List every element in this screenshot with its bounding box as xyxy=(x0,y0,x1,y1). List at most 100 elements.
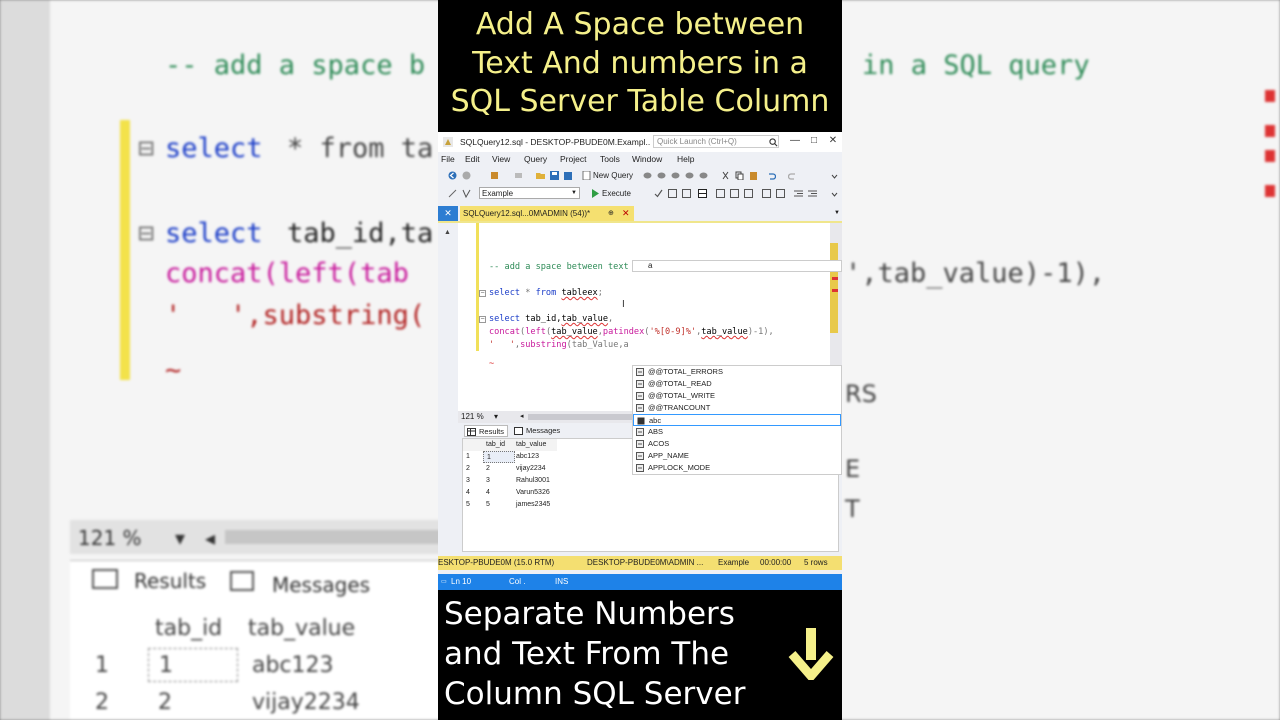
cell-tab-id[interactable]: 3 xyxy=(483,475,513,487)
save-icon[interactable] xyxy=(550,171,559,180)
cut-icon[interactable] xyxy=(721,171,730,180)
quick-launch-input[interactable]: Quick Launch (Ctrl+Q) xyxy=(653,135,779,148)
completion-item[interactable]: @@TRANCOUNT xyxy=(633,402,841,414)
tab-results[interactable]: Results xyxy=(464,425,508,437)
completion-item-selected[interactable]: abc xyxy=(633,414,841,426)
menu-window[interactable]: Window xyxy=(632,154,662,164)
zoom-select[interactable]: 121 % xyxy=(461,412,484,421)
back-icon[interactable] xyxy=(448,171,457,180)
uncomment-icon[interactable] xyxy=(776,189,785,198)
tab-list-chevron-icon[interactable]: ▼ xyxy=(834,210,840,216)
new-query-button[interactable]: New Query xyxy=(593,171,633,180)
menu-project[interactable]: Project xyxy=(560,154,586,164)
tab-messages-label: Messages xyxy=(526,426,561,435)
menu-edit[interactable]: Edit xyxy=(465,154,480,164)
editor-scroll-thumb[interactable] xyxy=(830,243,838,333)
cell-tab-value[interactable]: abc123 xyxy=(513,451,557,463)
new-item-icon[interactable] xyxy=(490,171,499,180)
results-to-grid-icon[interactable] xyxy=(698,189,707,198)
outdent-icon[interactable] xyxy=(794,189,803,198)
include-plan-icon[interactable] xyxy=(716,189,725,198)
tab-messages[interactable]: Messages xyxy=(512,425,572,437)
tab-sqlquery12[interactable]: SQLQuery12.sql...0M\ADMIN (54))* ⊕ ✕ xyxy=(460,206,634,221)
change-connection-icon[interactable] xyxy=(462,189,471,198)
completion-item[interactable]: @@TOTAL_ERRORS xyxy=(633,366,841,378)
arg-tab-value: tab_value xyxy=(551,327,598,337)
completion-item[interactable]: @@TOTAL_READ xyxy=(633,378,841,390)
undo-toolbar-icon[interactable] xyxy=(514,171,523,180)
completion-label: ACOS xyxy=(648,439,670,448)
display-plan-icon[interactable] xyxy=(668,189,677,198)
forward-icon[interactable] xyxy=(462,171,471,180)
xmla-query-icon[interactable] xyxy=(699,171,708,180)
new-query-icon[interactable] xyxy=(582,171,591,180)
cell-tab-value[interactable]: Varun5326 xyxy=(513,487,557,499)
close-side-panel-button[interactable]: ✕ xyxy=(438,206,458,221)
cell-tab-id[interactable]: 1 xyxy=(483,451,515,463)
cell-tab-value[interactable]: Rahul3001 xyxy=(513,475,557,487)
background-right-panel xyxy=(840,0,1280,720)
minimize-button[interactable]: — xyxy=(786,134,804,148)
search-icon[interactable] xyxy=(769,138,778,147)
undo-icon[interactable] xyxy=(767,171,776,180)
fold-toggle-2[interactable]: − xyxy=(479,316,486,323)
paste-icon[interactable] xyxy=(749,171,758,180)
menu-query[interactable]: Query xyxy=(524,154,547,164)
save-all-icon[interactable] xyxy=(563,171,572,180)
indent-icon[interactable] xyxy=(808,189,817,198)
client-stats-icon[interactable] xyxy=(744,189,753,198)
close-tab-icon[interactable]: ✕ xyxy=(622,206,630,221)
top-banner: Add A Space between Text And numbers in … xyxy=(438,0,842,132)
cell-tab-value[interactable]: james2345 xyxy=(513,499,557,511)
parse-icon[interactable] xyxy=(654,189,663,198)
comment-icon[interactable] xyxy=(762,189,771,198)
background-squiggle: ~ xyxy=(165,355,182,386)
toolbar2-overflow-icon[interactable] xyxy=(830,189,839,198)
completion-item[interactable]: ACOS xyxy=(633,438,841,450)
menu-view[interactable]: View xyxy=(492,154,510,164)
completion-item[interactable]: APP_NAME xyxy=(633,450,841,462)
dmx-query-icon[interactable] xyxy=(685,171,694,180)
column-header[interactable]: tab_id xyxy=(483,439,513,451)
maximize-button[interactable]: □ xyxy=(805,134,823,148)
db-query-icon[interactable] xyxy=(643,171,652,180)
completion-item[interactable]: ABS xyxy=(633,426,841,438)
cell-tab-id[interactable]: 4 xyxy=(483,487,513,499)
database-select[interactable]: Example ▼ xyxy=(479,187,580,199)
cell-tab-id[interactable]: 2 xyxy=(483,463,513,475)
menu-file[interactable]: File xyxy=(441,154,455,164)
mdx-query-icon[interactable] xyxy=(671,171,680,180)
connect-icon[interactable] xyxy=(448,189,457,198)
cell-tab-value[interactable]: vijay2234 xyxy=(513,463,557,475)
analysis-query-icon[interactable] xyxy=(657,171,666,180)
query-designer-icon[interactable] xyxy=(682,189,691,198)
open-folder-icon[interactable] xyxy=(536,171,545,180)
horizontal-scrollbar[interactable] xyxy=(528,414,648,420)
pin-icon[interactable]: ⊕ xyxy=(608,206,614,221)
completion-item[interactable]: @@TOTAL_WRITE xyxy=(633,390,841,402)
scroll-left-icon[interactable]: ◂ xyxy=(520,412,524,420)
menu-help[interactable]: Help xyxy=(677,154,694,164)
cell-tab-id[interactable]: 5 xyxy=(483,499,513,511)
toolbar-overflow-icon[interactable] xyxy=(830,171,839,180)
column-header[interactable]: tab_value xyxy=(513,439,557,451)
background-scroll-left-icon: ◂ xyxy=(205,526,216,550)
redo-icon[interactable] xyxy=(788,171,797,180)
status-server: ESKTOP-PBUDE0M (15.0 RTM) xyxy=(438,558,555,567)
execute-button[interactable]: Execute xyxy=(602,189,631,198)
completion-label: APPLOCK_MODE xyxy=(648,463,711,472)
fold-toggle-1[interactable]: − xyxy=(479,290,486,297)
menu-tools[interactable]: Tools xyxy=(600,154,620,164)
background-line1-rest: * from ta xyxy=(287,133,434,164)
zoom-chevron-icon[interactable]: ▾ xyxy=(494,412,498,421)
completion-item[interactable]: APPLOCK_MODE xyxy=(633,462,841,474)
copy-icon[interactable] xyxy=(735,171,744,180)
live-stats-icon[interactable] xyxy=(730,189,739,198)
background-comment-right: in a SQL query xyxy=(862,50,1090,81)
close-window-button[interactable]: ✕ xyxy=(824,134,842,148)
intellisense-list[interactable]: @@TOTAL_ERRORS @@TOTAL_READ @@TOTAL_WRIT… xyxy=(632,365,842,475)
background-fragment-2: E xyxy=(845,455,861,483)
scroll-up-icon[interactable]: ▲ xyxy=(444,229,451,236)
bottom-banner: Separate Numbers and Text From The Colum… xyxy=(438,590,842,720)
execute-icon[interactable] xyxy=(591,189,600,198)
